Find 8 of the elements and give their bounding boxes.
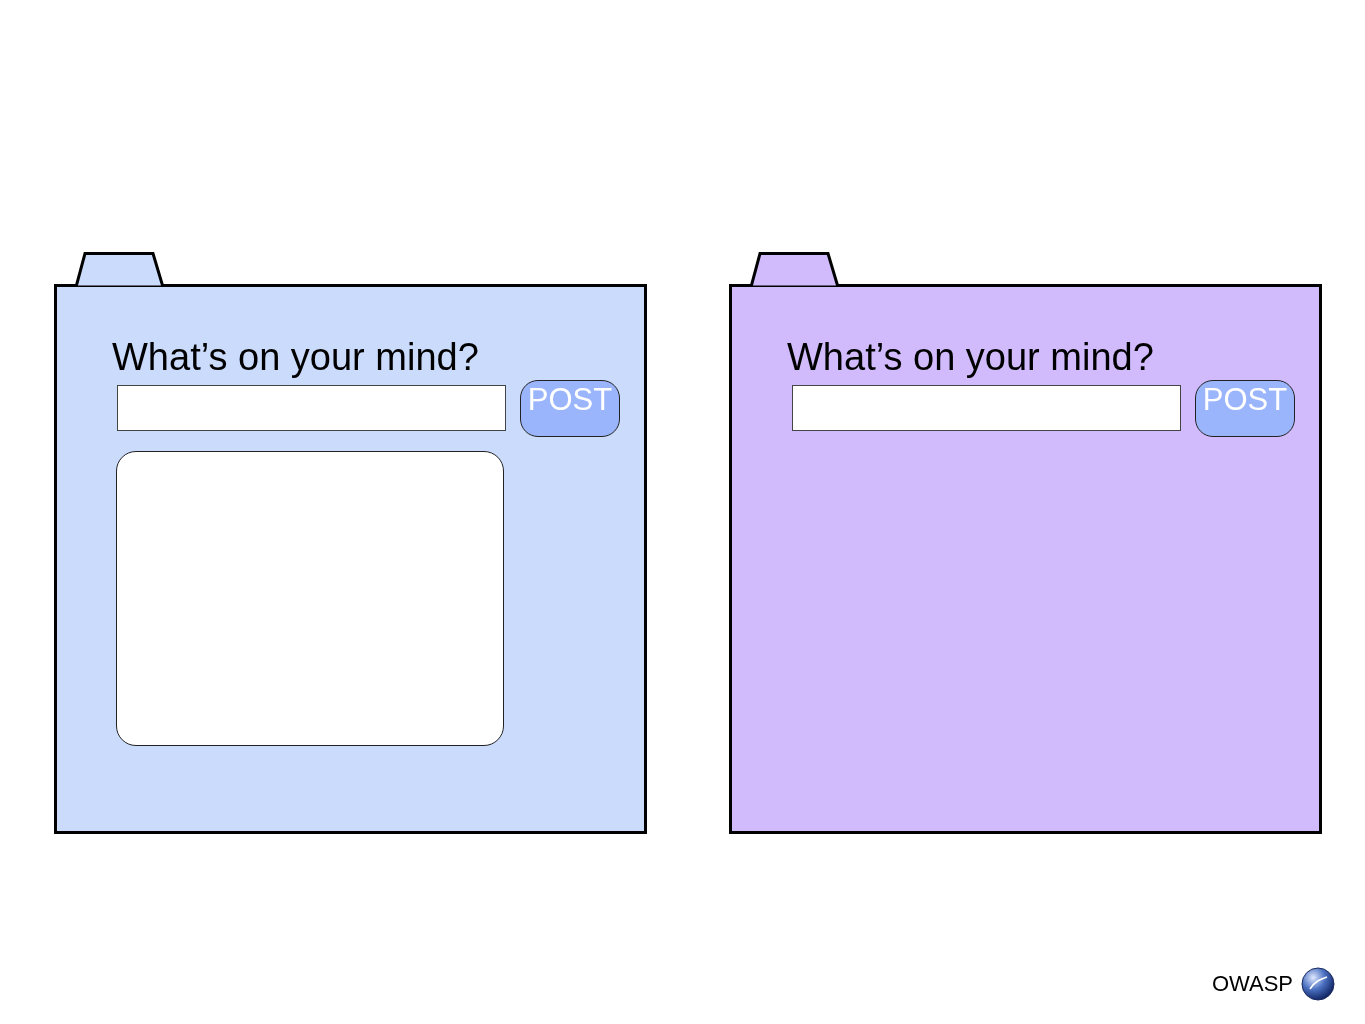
post-button[interactable]: POST <box>520 380 620 437</box>
input-field[interactable] <box>117 385 506 431</box>
prompt-text: What’s on your mind? <box>787 335 1154 379</box>
globe-icon <box>1301 967 1335 1001</box>
brand-text: OWASP <box>1211 971 1293 997</box>
post-button[interactable]: POST <box>1195 380 1295 437</box>
prompt-text: What’s on your mind? <box>112 335 479 379</box>
input-field[interactable] <box>792 385 1181 431</box>
